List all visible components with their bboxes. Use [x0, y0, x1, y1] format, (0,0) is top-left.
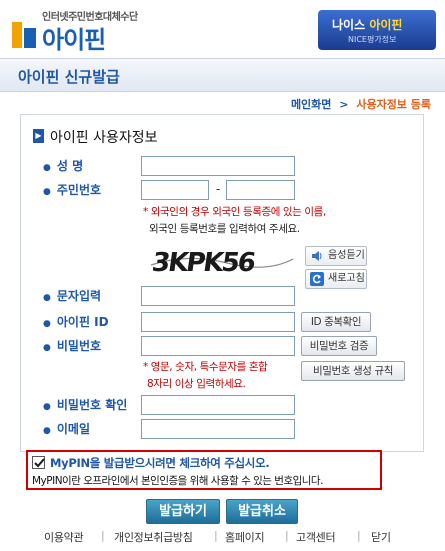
mypin-notice: MyPIN을 발급받으시려면 체크하여 주십시오. MyPIN이란 오프라인에서…: [26, 450, 382, 490]
captcha-text: 3KPK56: [150, 248, 257, 278]
password-confirm-label: ● 비밀번호 확인: [43, 398, 128, 412]
breadcrumb: 메인화면 > 사용자정보 등록: [291, 96, 431, 112]
rrn-front-input[interactable]: [141, 180, 209, 200]
password-input[interactable]: [141, 336, 295, 356]
cancel-button[interactable]: 발급취소: [226, 499, 298, 524]
page-title: 아이핀 신규발급: [18, 68, 120, 86]
rrn-label: ● 주민번호: [43, 183, 102, 197]
footer-link-support[interactable]: 고객센터: [296, 529, 336, 545]
user-info-panel: ▶ 아이핀 사용자정보 ● 성 명 ● 주민번호 - * 외국인의 경우 외국인 등…: [20, 114, 424, 452]
password-verify-button[interactable]: 비밀번호 검증: [301, 336, 377, 356]
ipin-logo: 인터넷주민번호대체수단 아이핀: [6, 6, 206, 54]
footer-separator: |: [101, 529, 105, 542]
email-label: ● 이메일: [43, 422, 90, 436]
mypin-checkbox[interactable]: [32, 456, 45, 469]
name-input[interactable]: [141, 156, 295, 176]
breadcrumb-current: 사용자정보 등록: [356, 98, 431, 111]
footer-separator: |: [285, 529, 289, 542]
header: 인터넷주민번호대체수단 아이핀 나이스 아이핀 NICE평가정보: [0, 0, 445, 58]
bullet-icon: ●: [43, 319, 51, 329]
footer-link-homepage[interactable]: 홈페이지: [225, 529, 265, 545]
rrn-note-line2: 외국인 등록번호를 입력하여 주세요.: [149, 223, 300, 235]
password-note-line1: * 영문, 숫자, 특수문자를 혼합: [143, 361, 268, 373]
mypin-notice-main: MyPIN을 발급받으시려면 체크하여 주십시오.: [50, 456, 270, 470]
rrn-back-input[interactable]: [226, 180, 295, 200]
nice-ipin-badge: 나이스 아이핀 NICE평가정보: [318, 10, 436, 50]
rrn-note-line1: * 외국인의 경우 외국인 등록증에 있는 이름,: [143, 206, 326, 218]
title-bar: 아이핀 신규발급: [0, 58, 445, 92]
check-icon: [34, 458, 45, 468]
bullet-icon: ●: [43, 293, 51, 303]
ipin-logo-icon: [12, 22, 36, 48]
footer-link-privacy[interactable]: 개인정보취급방침: [114, 529, 193, 545]
issue-button[interactable]: 발급하기: [146, 499, 220, 524]
password-note-line2: 8자리 이상 입력하세요.: [147, 378, 246, 390]
speaker-icon: [312, 251, 322, 261]
password-label: ● 비밀번호: [43, 339, 102, 353]
captcha-input[interactable]: [141, 286, 295, 306]
password-confirm-input[interactable]: [141, 395, 295, 415]
bullet-icon: ●: [43, 402, 51, 412]
arrow-icon: ▶: [33, 129, 44, 143]
captcha-image: 3KPK56: [147, 243, 295, 279]
footer-link-close[interactable]: 닫기: [371, 529, 391, 545]
rrn-dash: -: [216, 182, 221, 196]
ipin-id-input[interactable]: [141, 312, 295, 332]
footer-separator: |: [357, 529, 361, 542]
badge-title: 나이스 아이핀: [332, 18, 403, 32]
logo-title: 아이핀: [42, 26, 106, 54]
bullet-icon: ●: [43, 426, 51, 436]
bullet-icon: ●: [43, 163, 51, 173]
mypin-notice-sub: MyPIN이란 오프라인에서 본인인증을 위해 사용할 수 있는 번호입니다.: [32, 475, 323, 487]
breadcrumb-home[interactable]: 메인화면: [291, 98, 331, 111]
name-label: ● 성 명: [43, 159, 84, 173]
audio-button[interactable]: 음성듣기: [305, 246, 367, 266]
footer-separator: |: [214, 529, 218, 542]
bullet-icon: ●: [43, 187, 51, 197]
footer: 이용약관 | 개인정보취급방침 | 홈페이지 | 고객센터 | 닫기: [0, 527, 445, 551]
ipin-id-label: ● 아이핀 ID: [43, 315, 109, 329]
panel-heading-text: 아이핀 사용자정보: [50, 130, 158, 146]
captcha-label: ● 문자입력: [43, 289, 102, 303]
bullet-icon: ●: [43, 343, 51, 353]
id-duplicate-check-button[interactable]: ID 중복확인: [301, 312, 371, 332]
email-input[interactable]: [141, 419, 295, 439]
badge-subtitle: NICE평가정보: [348, 35, 397, 44]
refresh-button[interactable]: 새로고침: [305, 269, 367, 289]
footer-link-terms[interactable]: 이용약관: [44, 529, 84, 545]
breadcrumb-separator: >: [339, 98, 349, 111]
password-rule-button[interactable]: 비밀번호 생성 규칙: [301, 361, 405, 381]
refresh-icon: [310, 272, 324, 286]
